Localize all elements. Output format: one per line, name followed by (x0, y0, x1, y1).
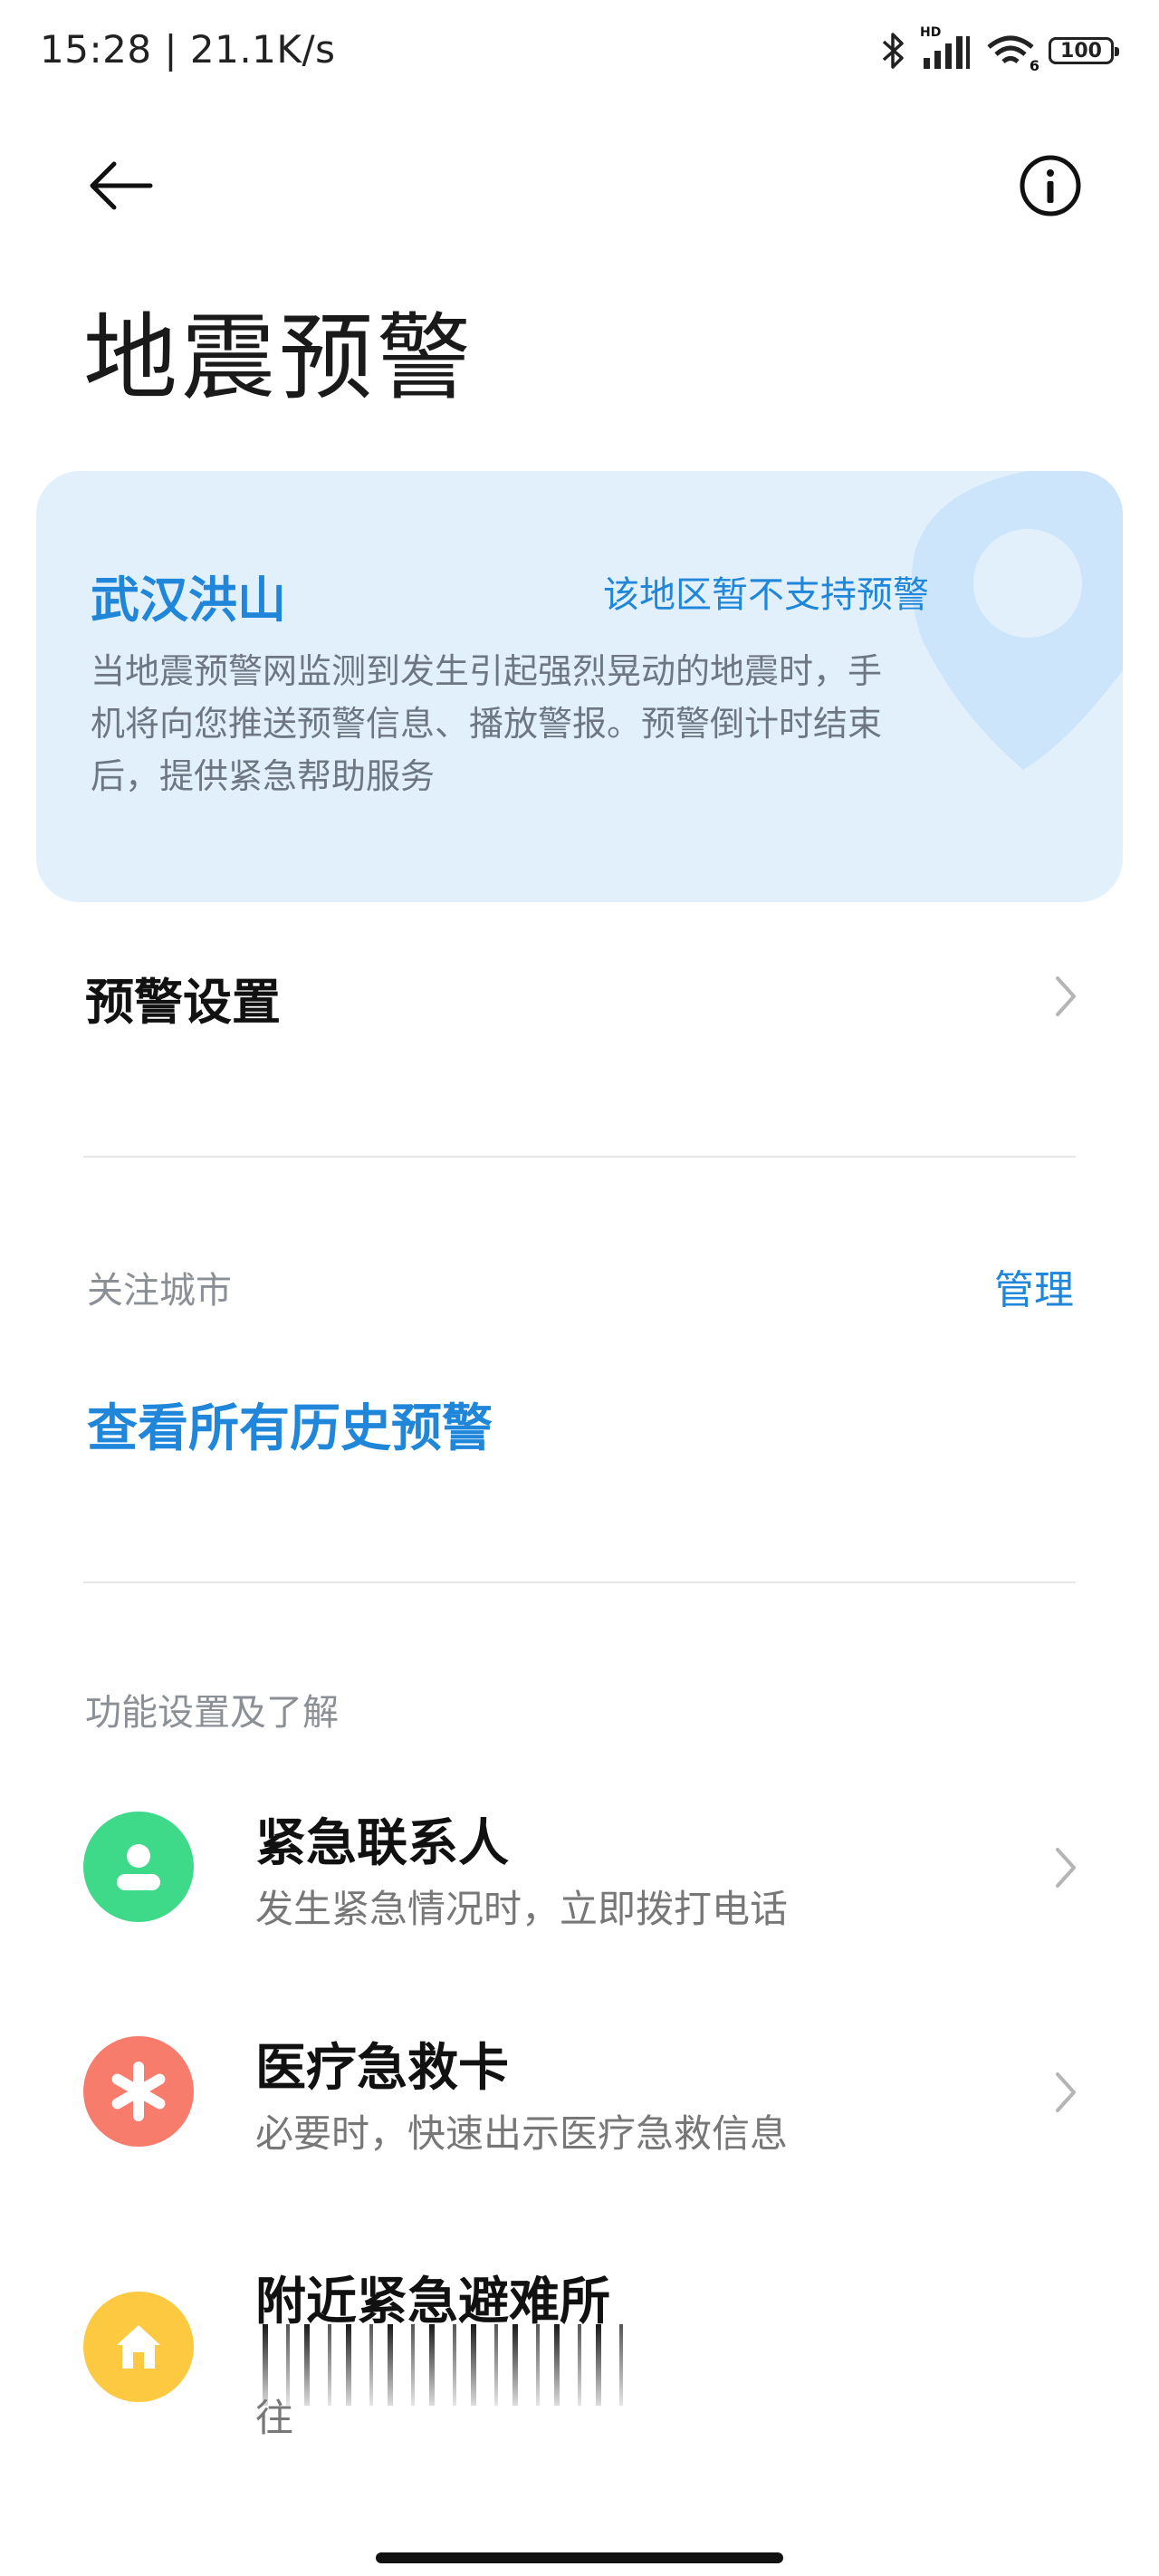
emergency-contacts-row[interactable]: 紧急联系人 发生紧急情况时，立即拨打电话 (0, 1793, 1159, 1956)
page-title: 地震预警 (83, 303, 475, 413)
home-indicator[interactable] (376, 2552, 783, 2563)
card-description: 当地震预警网监测到发生引起强烈晃动的地震时，手机将向您推送预警信息、播放警报。预… (91, 651, 883, 796)
person-icon (117, 1844, 160, 1890)
back-arrow-icon (90, 161, 153, 210)
divider (83, 1581, 1076, 1583)
bluetooth-icon (882, 33, 904, 69)
medical-card-row[interactable]: 医疗急救卡 必要时，快速出示医疗急救信息 (0, 2018, 1159, 2181)
location-name: 武汉洪山 (91, 572, 286, 629)
chevron-right-icon (1056, 2072, 1076, 2112)
status-time: 15:28 | 21.1K/s (40, 27, 336, 72)
manage-cities-button[interactable]: 管理 (994, 1257, 1074, 1315)
house-icon (117, 2325, 160, 2369)
chevron-right-icon (1056, 1848, 1076, 1888)
chevron-right-icon (1056, 976, 1076, 1016)
rendering-glitch (263, 2324, 634, 2406)
region-support-status: 该地区暂不支持预警 (603, 574, 929, 616)
location-pin-icon (911, 471, 1123, 770)
info-icon (1020, 155, 1081, 216)
feature-subtitle: 必要时，快速出示医疗急救信息 (255, 2111, 789, 2156)
battery-level: 100 (1060, 39, 1102, 62)
view-history-alerts-link[interactable]: 查看所有历史预警 (87, 1388, 493, 1461)
alert-settings-label: 预警设置 (85, 974, 281, 1031)
alert-settings-row[interactable]: 预警设置 (0, 942, 1159, 1051)
feature-title: 紧急联系人 (255, 1814, 509, 1873)
features-section-label: 功能设置及了解 (85, 1692, 339, 1734)
feature-subtitle: 往 (255, 2396, 294, 2440)
followed-cities-label: 关注城市 (87, 1270, 232, 1312)
divider (83, 1156, 1076, 1158)
wifi-label: 6 (1029, 57, 1039, 74)
nearby-shelters-row[interactable]: 附近紧急避难所 往 (0, 2252, 1159, 2451)
info-button[interactable] (1010, 145, 1091, 226)
nearby-shelters-icon-badge (83, 2292, 194, 2402)
wifi-icon: 6 (985, 31, 1039, 74)
feature-title: 医疗急救卡 (255, 2039, 509, 2098)
location-info-card: 武汉洪山 该地区暂不支持预警 当地震预警网监测到发生引起强烈晃动的地震时，手机将… (36, 471, 1123, 902)
cellular-signal-icon: HD (920, 25, 972, 71)
battery-icon: 100 (1049, 37, 1119, 64)
back-button[interactable] (80, 145, 161, 226)
emergency-contacts-icon-badge (83, 1812, 194, 1922)
medical-card-icon-badge (83, 2036, 194, 2147)
asterisk-icon (111, 2062, 166, 2121)
feature-title: 附近紧急避难所 (255, 2273, 610, 2331)
feature-subtitle: 发生紧急情况时，立即拨打电话 (255, 1887, 789, 1931)
status-icons: HD 6 100 (880, 25, 1119, 74)
